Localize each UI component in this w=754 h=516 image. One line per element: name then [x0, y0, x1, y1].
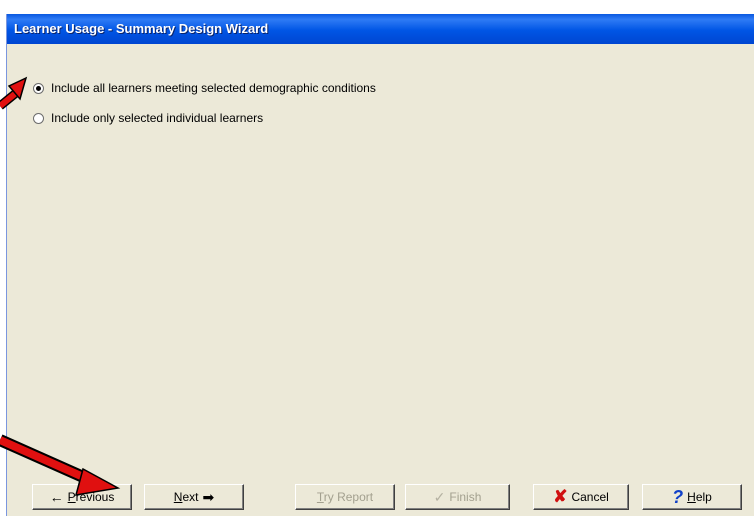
left-arrow-icon: ← [49, 489, 64, 505]
finish-button[interactable]: ✓ Finish [405, 484, 510, 510]
cancel-button[interactable]: ✘ Cancel [533, 484, 629, 510]
right-arrow-icon: ➡ [202, 489, 215, 505]
help-button[interactable]: ? Help [642, 484, 742, 510]
finish-label: Finish [449, 490, 482, 504]
try-report-label: Try Report [316, 490, 374, 504]
option-selected-learners-label: Include only selected individual learner… [51, 111, 264, 125]
previous-button[interactable]: ← Previous [32, 484, 132, 510]
option-all-learners-label: Include all learners meeting selected de… [51, 81, 376, 95]
radio-all-learners[interactable] [33, 82, 44, 94]
window-title: Learner Usage - Summary Design Wizard [14, 21, 269, 36]
option-all-learners[interactable]: Include all learners meeting selected de… [33, 79, 376, 97]
radio-selected-learners[interactable] [33, 112, 44, 124]
cancel-label: Cancel [571, 490, 609, 504]
next-label: Next [173, 490, 199, 504]
wizard-window: Learner Usage - Summary Design Wizard In… [6, 14, 754, 516]
help-label: Help [687, 490, 712, 504]
checkmark-icon: ✓ [433, 488, 446, 505]
help-question-icon: ? [672, 486, 684, 507]
next-button[interactable]: Next ➡ [144, 484, 244, 510]
red-x-icon: ✘ [553, 487, 568, 506]
wizard-content: Include all learners meeting selected de… [7, 44, 754, 516]
title-bar[interactable]: Learner Usage - Summary Design Wizard [7, 14, 754, 44]
previous-label: Previous [67, 490, 115, 504]
try-report-button[interactable]: Try Report [295, 484, 395, 510]
option-selected-learners[interactable]: Include only selected individual learner… [33, 109, 263, 127]
